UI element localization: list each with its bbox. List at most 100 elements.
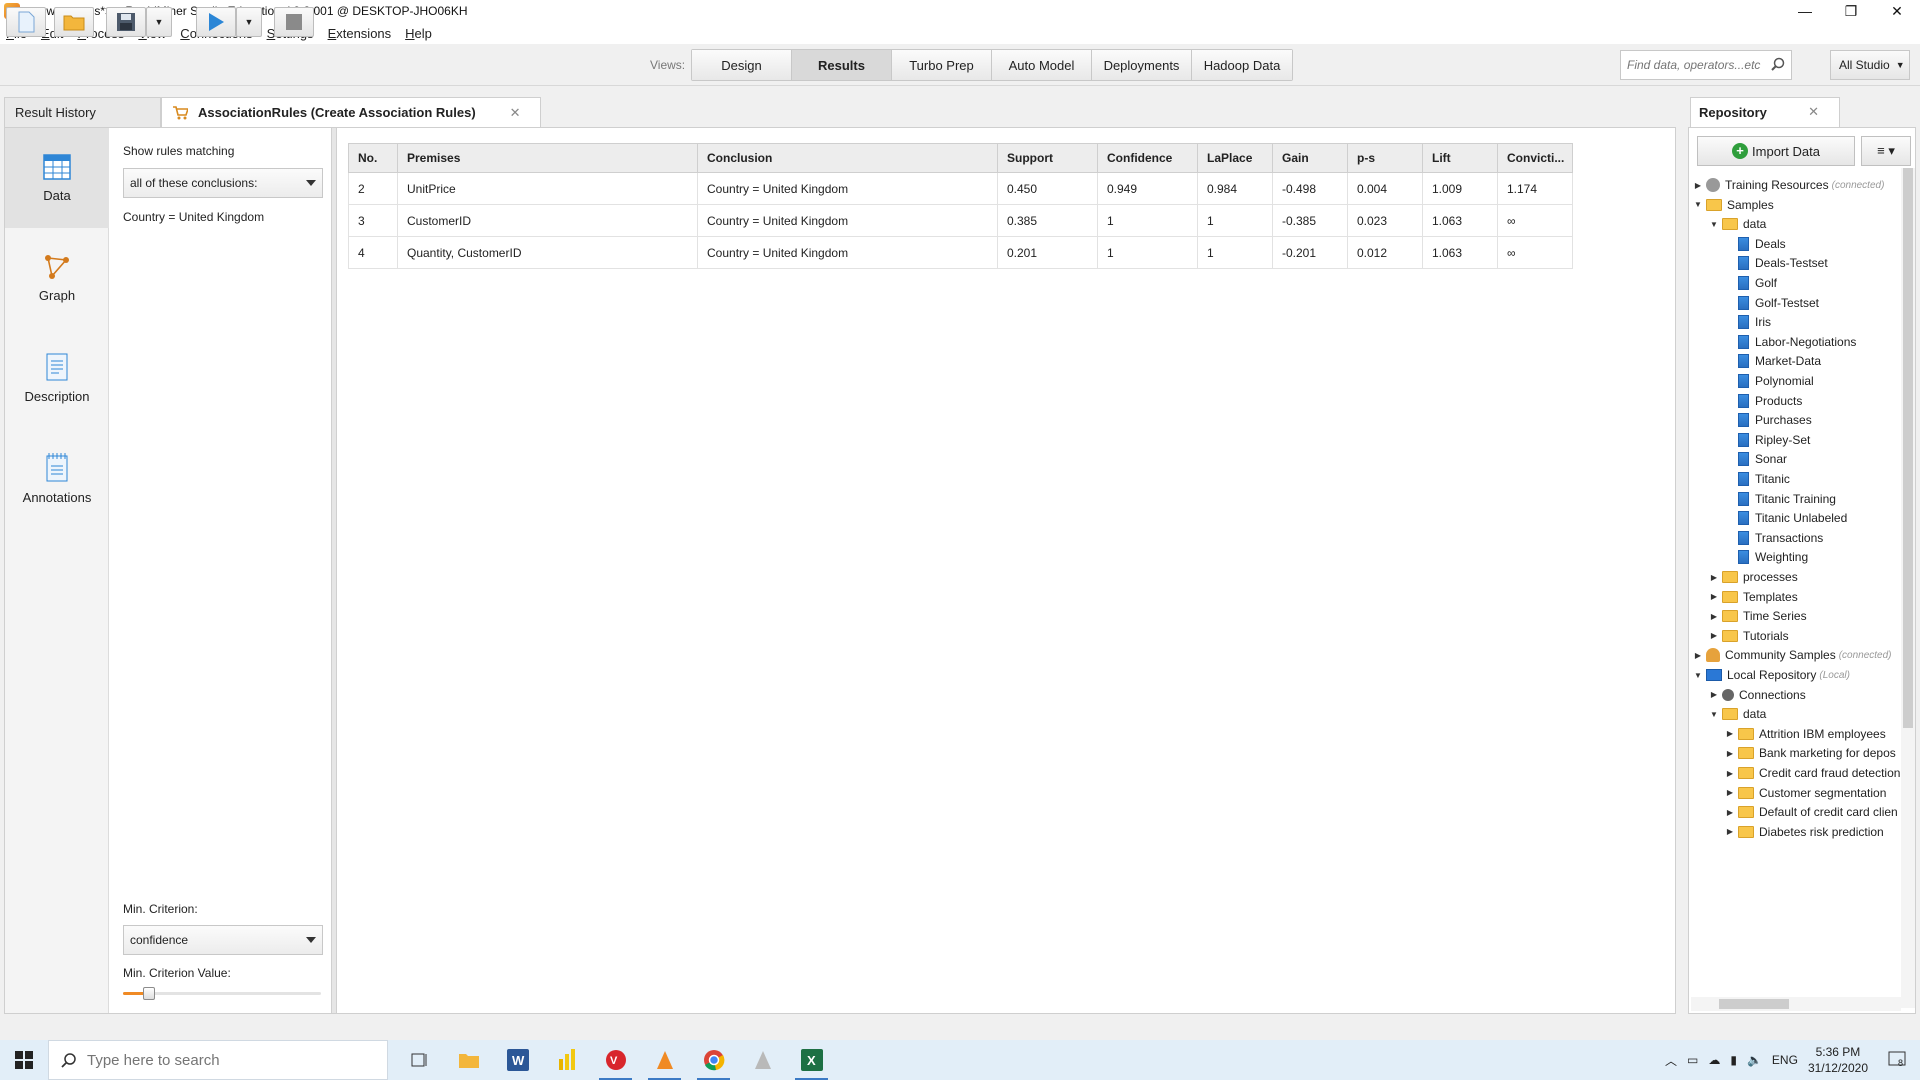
nav-data[interactable]: Data bbox=[5, 128, 109, 228]
stop-process-button[interactable] bbox=[274, 7, 314, 37]
expanded-arrow-icon[interactable]: ▼ bbox=[1709, 710, 1719, 719]
collapsed-arrow-icon[interactable]: ▶ bbox=[1709, 690, 1719, 699]
maximize-button[interactable]: ❐ bbox=[1828, 0, 1874, 22]
column-header-laplace[interactable]: LaPlace bbox=[1197, 143, 1273, 173]
rapidminer-second-app[interactable] bbox=[738, 1040, 787, 1080]
column-header-conviction[interactable]: Convicti... bbox=[1497, 143, 1573, 173]
expanded-arrow-icon[interactable]: ▼ bbox=[1693, 200, 1703, 209]
excel-app[interactable]: X bbox=[787, 1040, 836, 1080]
expanded-arrow-icon[interactable]: ▼ bbox=[1709, 220, 1719, 229]
table-row[interactable]: 3 CustomerID Country = United Kingdom 0.… bbox=[348, 204, 1573, 237]
taskbar-search[interactable] bbox=[48, 1040, 388, 1080]
repository-vertical-scrollbar[interactable] bbox=[1901, 168, 1915, 1008]
tab-result-history[interactable]: Result History bbox=[4, 97, 161, 127]
close-icon[interactable]: ✕ bbox=[1808, 104, 1819, 120]
column-header-support[interactable]: Support bbox=[997, 143, 1098, 173]
view-auto-model[interactable]: Auto Model bbox=[992, 50, 1092, 80]
search-scope-select[interactable]: All Studio ▼ bbox=[1830, 50, 1910, 80]
network-icon[interactable]: ▭ bbox=[1687, 1053, 1698, 1067]
column-header-lift[interactable]: Lift bbox=[1422, 143, 1498, 173]
collapsed-arrow-icon[interactable]: ▶ bbox=[1725, 808, 1735, 817]
antivirus-app[interactable]: V bbox=[591, 1040, 640, 1080]
column-header-no[interactable]: No. bbox=[348, 143, 398, 173]
chrome-app[interactable] bbox=[689, 1040, 738, 1080]
run-dropdown-button[interactable]: ▼ bbox=[236, 7, 262, 37]
import-data-button[interactable]: + Import Data bbox=[1697, 136, 1855, 166]
scrollbar-thumb[interactable] bbox=[1719, 999, 1789, 1009]
folder-icon bbox=[1722, 708, 1738, 721]
chevron-up-icon[interactable]: ︿ bbox=[1665, 1052, 1677, 1069]
menu-extensions[interactable]: Extensions bbox=[328, 26, 392, 41]
menu-help[interactable]: Help bbox=[405, 26, 432, 41]
powerbi-app[interactable] bbox=[542, 1040, 591, 1080]
view-design[interactable]: Design bbox=[692, 50, 792, 80]
rapidminer-taskbar-app[interactable] bbox=[640, 1040, 689, 1080]
view-hadoop-data[interactable]: Hadoop Data bbox=[1192, 50, 1292, 80]
collapsed-arrow-icon[interactable]: ▶ bbox=[1725, 749, 1735, 758]
run-process-button[interactable] bbox=[196, 7, 236, 37]
word-app[interactable]: W bbox=[493, 1040, 542, 1080]
column-header-ps[interactable]: p-s bbox=[1347, 143, 1423, 173]
tree-item-label: Labor-Negotiations bbox=[1755, 334, 1857, 349]
collapsed-arrow-icon[interactable]: ▶ bbox=[1725, 788, 1735, 797]
view-results[interactable]: Results bbox=[792, 50, 892, 80]
data-table-icon bbox=[1738, 472, 1749, 486]
search-input[interactable] bbox=[1627, 58, 1767, 72]
min-criterion-select[interactable]: confidence bbox=[123, 925, 323, 955]
table-row[interactable]: 2 UnitPrice Country = United Kingdom 0.4… bbox=[348, 172, 1573, 205]
collapsed-arrow-icon[interactable]: ▶ bbox=[1709, 592, 1719, 601]
collapsed-arrow-icon[interactable]: ▶ bbox=[1709, 612, 1719, 621]
file-explorer-app[interactable] bbox=[444, 1040, 493, 1080]
nav-graph[interactable]: Graph bbox=[5, 228, 109, 328]
min-criterion-slider[interactable] bbox=[123, 987, 321, 1000]
collapsed-arrow-icon[interactable]: ▶ bbox=[1693, 181, 1703, 190]
collapsed-arrow-icon[interactable]: ▶ bbox=[1725, 769, 1735, 778]
collapsed-arrow-icon[interactable]: ▶ bbox=[1725, 729, 1735, 738]
repository-menu-button[interactable]: ≡ ▾ bbox=[1861, 136, 1911, 166]
cell-support: 0.385 bbox=[997, 204, 1098, 237]
match-mode-select[interactable]: all of these conclusions: bbox=[123, 168, 323, 198]
new-process-button[interactable] bbox=[6, 7, 46, 37]
battery-icon[interactable]: ▮ bbox=[1730, 1053, 1737, 1067]
nav-annotations[interactable]: Annotations bbox=[5, 428, 109, 528]
view-turbo-prep[interactable]: Turbo Prep bbox=[892, 50, 992, 80]
global-search[interactable] bbox=[1620, 50, 1792, 80]
column-header-confidence[interactable]: Confidence bbox=[1097, 143, 1198, 173]
column-header-gain[interactable]: Gain bbox=[1272, 143, 1348, 173]
cloud-icon[interactable]: ☁ bbox=[1708, 1053, 1720, 1067]
collapsed-arrow-icon[interactable]: ▶ bbox=[1725, 827, 1735, 836]
close-icon[interactable]: ✕ bbox=[510, 105, 521, 121]
taskbar-search-input[interactable] bbox=[87, 1051, 367, 1069]
collapsed-arrow-icon[interactable]: ▶ bbox=[1709, 631, 1719, 640]
panel-splitter[interactable] bbox=[331, 128, 337, 1013]
save-process-button[interactable] bbox=[106, 7, 146, 37]
cell-premises: UnitPrice bbox=[397, 172, 698, 205]
tab-repository[interactable]: Repository ✕ bbox=[1690, 97, 1840, 127]
slider-thumb[interactable] bbox=[142, 987, 155, 1000]
table-row[interactable]: 4 Quantity, CustomerID Country = United … bbox=[348, 236, 1573, 269]
open-process-button[interactable] bbox=[54, 7, 94, 37]
chevron-down-icon: ▼ bbox=[244, 17, 254, 27]
nav-description[interactable]: Description bbox=[5, 328, 109, 428]
column-header-conclusion[interactable]: Conclusion bbox=[697, 143, 998, 173]
repository-horizontal-scrollbar[interactable] bbox=[1691, 997, 1901, 1011]
language-indicator[interactable]: ENG bbox=[1772, 1053, 1798, 1067]
data-table-icon bbox=[1738, 354, 1749, 369]
column-header-premises[interactable]: Premises bbox=[397, 143, 698, 173]
clock[interactable]: 5:36 PM 31/12/2020 bbox=[1808, 1044, 1868, 1076]
view-deployments[interactable]: Deployments bbox=[1092, 50, 1192, 80]
tab-association-rules[interactable]: AssociationRules (Create Association Rul… bbox=[161, 97, 541, 127]
start-button[interactable] bbox=[0, 1040, 48, 1080]
collapsed-arrow-icon[interactable]: ▶ bbox=[1709, 573, 1719, 582]
save-dropdown-button[interactable]: ▼ bbox=[146, 7, 172, 37]
expanded-arrow-icon[interactable]: ▼ bbox=[1693, 671, 1703, 680]
task-view-button[interactable] bbox=[395, 1040, 444, 1080]
tree-item[interactable]: ▶ Diabetes risk prediction bbox=[1725, 821, 1884, 843]
close-button[interactable]: ✕ bbox=[1874, 0, 1920, 22]
conclusion-list-item[interactable]: Country = United Kingdom bbox=[123, 210, 264, 224]
volume-icon[interactable]: 🔈 bbox=[1747, 1053, 1762, 1067]
collapsed-arrow-icon[interactable]: ▶ bbox=[1693, 651, 1703, 660]
minimize-button[interactable]: — bbox=[1782, 0, 1828, 22]
notification-center-icon[interactable]: 8 bbox=[1888, 1050, 1906, 1071]
scrollbar-thumb[interactable] bbox=[1903, 168, 1913, 728]
